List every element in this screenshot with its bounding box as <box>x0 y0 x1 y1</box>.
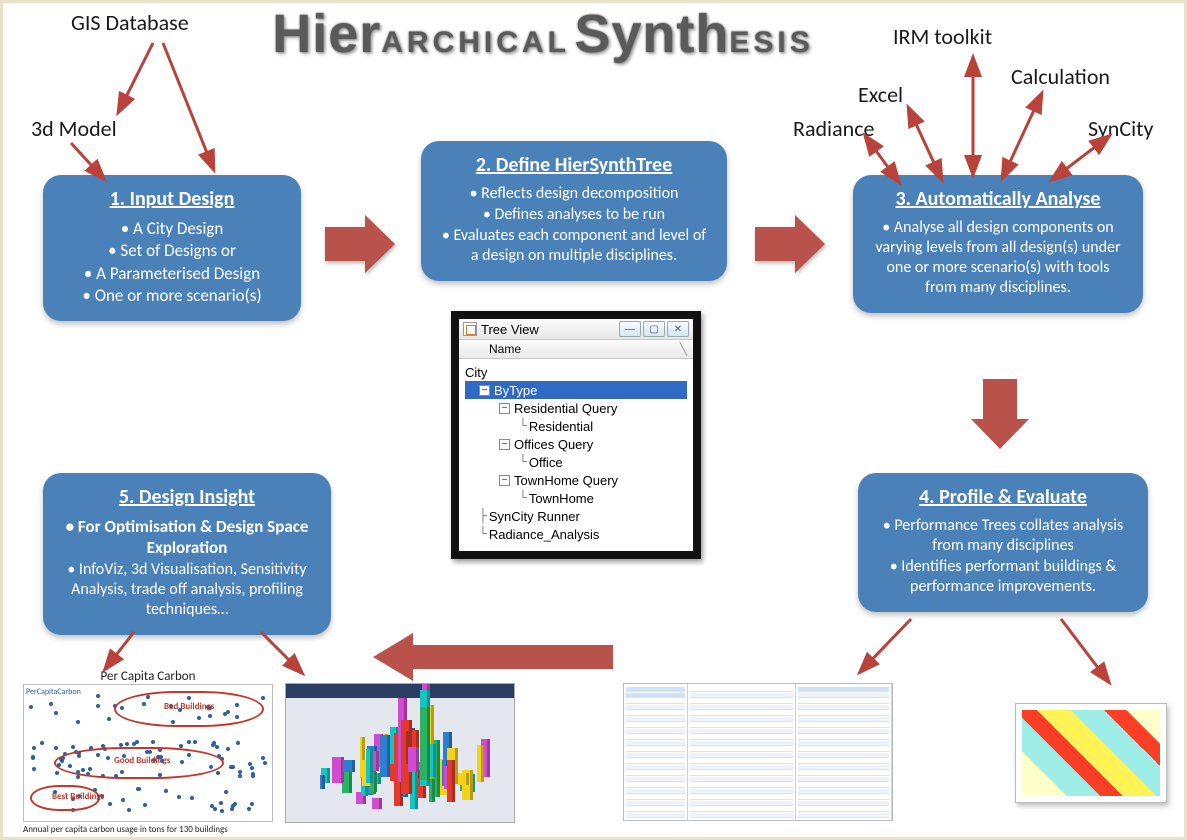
arrow-step3-to-step4 <box>971 379 1029 454</box>
tree-node-office[interactable]: └Office <box>465 453 687 471</box>
label-gis-database: GIS Database <box>71 9 189 36</box>
treeview-title: Tree View <box>481 322 539 337</box>
treeview-column-name: Name <box>489 342 521 356</box>
tree-node-townhome[interactable]: └TownHome <box>465 489 687 507</box>
box2-item: Defines analyses to be run <box>437 205 711 225</box>
title-esis: ESIS <box>729 26 813 59</box>
window-minimize-button[interactable]: — <box>619 321 641 337</box>
box5-sub: • For Optimisation & Design Space Explor… <box>59 516 315 559</box>
treeview-body[interactable]: City −ByType −Residential Query └Residen… <box>459 359 693 551</box>
label-calculation: Calculation <box>1011 63 1110 90</box>
box4-item: Identifies performant buildings & perfor… <box>874 557 1132 597</box>
city-3d-viz <box>285 683 515 823</box>
tree-node-townhome-query[interactable]: −TownHome Query <box>465 471 687 489</box>
window-icon <box>463 322 477 336</box>
scatter-chart: Per Capita Carbon PerCapitaCarbon Bad Bu… <box>23 669 273 835</box>
title-synth: Synth <box>574 4 729 64</box>
arrow-syncity <box>1043 131 1123 196</box>
tree-node-city[interactable]: City <box>465 363 687 381</box>
box1-item: A Parameterised Design <box>59 263 285 284</box>
ring-good: Good Buildings <box>114 755 170 766</box>
diagram-title: HierARCHICAL SynthESIS <box>263 3 823 65</box>
tree-node-radiance-analysis[interactable]: └Radiance_Analysis <box>465 525 687 543</box>
scatter-title: Per Capita Carbon <box>23 669 273 684</box>
box1-item: A City Design <box>59 218 285 239</box>
label-irm-toolkit: IRM toolkit <box>893 23 992 50</box>
title-archical: ARCHICAL <box>381 26 570 59</box>
arrow-irm <box>961 53 991 188</box>
box2-item: Reflects design decomposition <box>437 184 711 204</box>
arrow-excel <box>903 103 953 193</box>
treeview-titlebar: Tree View — ▢ ✕ <box>459 319 693 340</box>
arrow-3dmodel-to-box1 <box>63 143 123 198</box>
collapse-icon[interactable]: − <box>499 403 510 414</box>
box-profile-evaluate: 4. Profile & Evaluate Performance Trees … <box>858 473 1148 612</box>
tree-node-syncity-runner[interactable]: ├SynCity Runner <box>465 507 687 525</box>
box4-header: 4. Profile & Evaluate <box>874 485 1132 510</box>
tree-node-bytype[interactable]: −ByType <box>465 381 687 399</box>
box3-item: Analyse all design components on varying… <box>869 218 1127 298</box>
arrow-step1-to-step2 <box>325 215 395 273</box>
arrow-step4-to-step5 <box>373 633 613 686</box>
arrow-box4-to-map <box>1053 613 1123 698</box>
box5-item: InfoViz, 3d Visualisation, Sensitivity A… <box>59 560 315 620</box>
map-thumb <box>1015 703 1167 803</box>
box1-item: Set of Designs or <box>59 240 285 261</box>
title-hier: Hier <box>272 4 381 64</box>
arrow-step2-to-step3 <box>755 215 825 273</box>
scatter-xlabel: Annual per capita carbon usage in tons f… <box>23 824 273 835</box>
collapse-icon[interactable]: − <box>499 439 510 450</box>
ring-best: Best Buildings <box>52 791 104 802</box>
spreadsheet-thumb <box>623 683 893 821</box>
treeview-window: Tree View — ▢ ✕ Name╲ City −ByType −Resi… <box>451 311 701 559</box>
arrow-box4-to-spreadsheet <box>853 613 923 688</box>
collapse-icon[interactable]: − <box>499 475 510 486</box>
label-excel: Excel <box>858 81 903 108</box>
box-design-insight: 5. Design Insight • For Optimisation & D… <box>43 473 331 635</box>
box-define-hiersynthtree: 2. Define HierSynthTree Reflects design … <box>421 141 727 281</box>
tree-node-residential-query[interactable]: −Residential Query <box>465 399 687 417</box>
box1-item: One or more scenario(s) <box>59 285 285 306</box>
window-close-button[interactable]: ✕ <box>667 321 689 337</box>
tree-node-offices-query[interactable]: −Offices Query <box>465 435 687 453</box>
collapse-icon[interactable]: − <box>479 385 490 396</box>
arrow-radiance <box>858 131 908 196</box>
arrow-gis-to-box1 <box>153 43 243 188</box>
box4-item: Performance Trees collates analysis from… <box>874 516 1132 556</box>
box2-item: Evaluates each component and level of a … <box>437 226 711 266</box>
tree-node-residential[interactable]: └Residential <box>465 417 687 435</box>
ring-bad: Bad Buildings <box>164 701 214 712</box>
box5-header: 5. Design Insight <box>59 485 315 510</box>
label-3d-model: 3d Model <box>31 115 117 142</box>
box2-header: 2. Define HierSynthTree <box>437 153 711 178</box>
window-maximize-button[interactable]: ▢ <box>643 321 665 337</box>
